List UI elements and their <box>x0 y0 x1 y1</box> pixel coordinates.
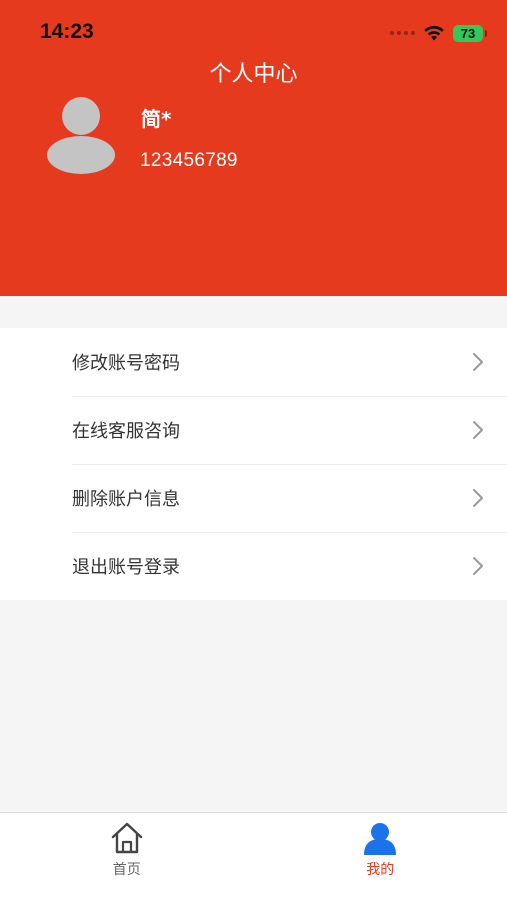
chevron-right-icon <box>473 353 483 371</box>
status-time: 14:23 <box>40 20 94 43</box>
chevron-right-icon <box>473 557 483 575</box>
tab-label: 首页 <box>112 862 141 878</box>
settings-menu: 修改账号密码 在线客服咨询 删除账户信息 退出账号登录 <box>0 328 507 600</box>
page-title: 个人中心 <box>209 62 298 87</box>
tab-bar: 首页 我的 <box>0 812 507 900</box>
status-indicators: 73 <box>390 23 487 43</box>
user-phone: 123456789 <box>140 150 238 171</box>
status-bar: 14:23 73 <box>0 0 507 60</box>
battery-level: 73 <box>460 25 476 41</box>
menu-item-label: 删除账户信息 <box>72 489 180 510</box>
menu-item-label: 在线客服咨询 <box>72 421 180 442</box>
home-icon <box>111 822 142 854</box>
chevron-right-icon <box>473 421 483 439</box>
menu-item-delete-account[interactable]: 删除账户信息 <box>0 464 507 532</box>
chevron-right-icon <box>473 489 483 507</box>
menu-item-change-password[interactable]: 修改账号密码 <box>0 328 507 396</box>
menu-item-label: 退出账号登录 <box>72 557 180 578</box>
user-name: 简* <box>141 107 172 131</box>
tab-home[interactable]: 首页 <box>0 813 254 900</box>
tab-label: 我的 <box>366 862 395 878</box>
menu-item-online-support[interactable]: 在线客服咨询 <box>0 396 507 464</box>
signal-dots-icon <box>390 31 415 35</box>
menu-item-label: 修改账号密码 <box>72 353 180 374</box>
profile-header: 14:23 73 个人中心 简* 123456789 <box>0 0 507 296</box>
battery-indicator: 73 <box>453 24 487 42</box>
user-icon <box>364 823 397 855</box>
wifi-icon <box>424 25 444 40</box>
tab-me[interactable]: 我的 <box>254 813 507 900</box>
avatar-icon <box>47 97 115 174</box>
menu-item-logout[interactable]: 退出账号登录 <box>0 532 507 600</box>
